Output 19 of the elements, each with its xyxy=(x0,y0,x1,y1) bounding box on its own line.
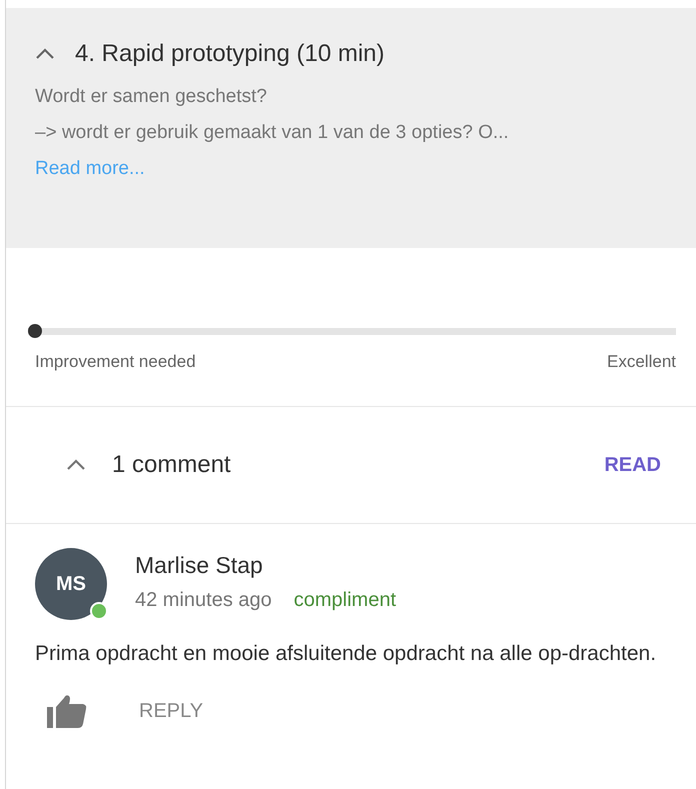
chevron-icon[interactable] xyxy=(35,48,55,60)
comment-tag: compliment xyxy=(294,589,396,612)
max-label: Excellent xyxy=(607,352,676,372)
description-line: –> wordt er gebruik gemaakt van 1 van de 3 opties? O... xyxy=(35,121,510,145)
comment-time: 42 minutes ago xyxy=(135,589,272,612)
rating-slider[interactable] xyxy=(28,324,676,338)
thumbs-up-icon[interactable] xyxy=(47,694,87,728)
comment-text: Prima opdracht en mooie afsluitende opdracht na alle op-drachten. xyxy=(35,641,658,667)
reply-button[interactable]: REPLY xyxy=(139,700,204,722)
chevron-icon[interactable] xyxy=(66,459,86,471)
criterion-title: 4. Rapid prototyping (10 min) xyxy=(75,40,384,68)
comment-count: 1 comment xyxy=(112,451,231,479)
read-button[interactable]: READ xyxy=(604,454,661,476)
slider-thumb[interactable] xyxy=(28,324,42,338)
author-name: Marlise Stap xyxy=(135,552,264,579)
avatar-initials: MS xyxy=(56,572,86,596)
description-line: Wordt er samen geschetst? xyxy=(35,85,268,109)
read-more-link[interactable]: Read more... xyxy=(35,156,145,182)
min-label: Improvement needed xyxy=(35,352,196,372)
